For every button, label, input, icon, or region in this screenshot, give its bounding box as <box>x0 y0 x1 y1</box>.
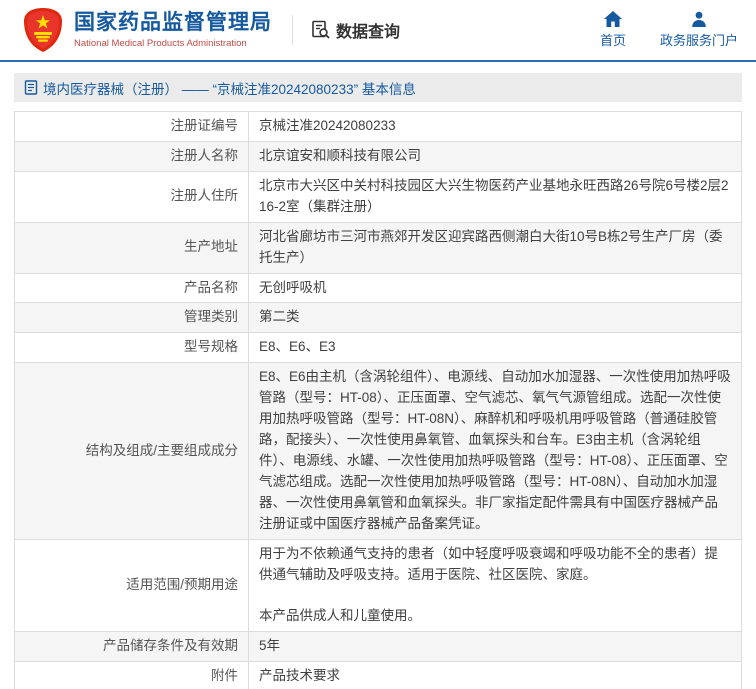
row-value: 产品技术要求 <box>249 662 742 689</box>
table-row: 注册证编号京械注准20242080233 <box>15 112 742 142</box>
nav-gov-portal-label: 政务服务门户 <box>660 30 738 49</box>
data-query-link[interactable]: 数据查询 <box>311 18 400 42</box>
nmpa-logo: 国家药品监督管理局 National Medical Products Admi… <box>22 7 272 53</box>
table-row: 注册人名称北京谊安和顺科技有限公司 <box>15 141 742 171</box>
row-label: 结构及组成/主要组成成分 <box>15 363 249 539</box>
org-name-en: National Medical Products Administration <box>74 38 272 49</box>
nav-home[interactable]: 首页 <box>600 11 626 49</box>
row-value: 第二类 <box>249 303 742 333</box>
national-emblem-icon <box>22 7 64 53</box>
info-table: 注册证编号京械注准20242080233注册人名称北京谊安和顺科技有限公司注册人… <box>14 111 742 689</box>
table-row: 产品名称无创呼吸机 <box>15 273 742 303</box>
breadcrumb-text: 境内医疗器械（注册） —— “京械注准20242080233” 基本信息 <box>43 78 416 98</box>
table-row: 产品储存条件及有效期5年 <box>15 632 742 662</box>
row-label: 产品名称 <box>15 273 249 303</box>
table-row: 适用范围/预期用途用于为不依赖通气支持的患者（如中轻度呼吸衰竭和呼吸功能不全的患… <box>15 539 742 632</box>
row-label: 注册证编号 <box>15 112 249 142</box>
org-name-cn: 国家药品监督管理局 <box>74 11 272 35</box>
table-row: 管理类别第二类 <box>15 303 742 333</box>
info-table-body: 注册证编号京械注准20242080233注册人名称北京谊安和顺科技有限公司注册人… <box>15 112 742 689</box>
header-divider <box>292 15 293 45</box>
row-value: 无创呼吸机 <box>249 273 742 303</box>
table-row: 注册人住所北京市大兴区中关村科技园区大兴生物医药产业基地永旺西路26号院6号楼2… <box>15 171 742 222</box>
header-nav: 首页 政务服务门户 <box>600 11 738 49</box>
row-label: 附件 <box>15 662 249 689</box>
user-icon <box>691 11 707 27</box>
data-query-label: 数据查询 <box>336 18 400 42</box>
row-label: 适用范围/预期用途 <box>15 539 249 632</box>
row-value: 北京谊安和顺科技有限公司 <box>249 141 742 171</box>
row-value: 河北省廊坊市三河市燕郊开发区迎宾路西侧潮白大街10号B栋2号生产厂房（委托生产） <box>249 222 742 273</box>
row-label: 注册人名称 <box>15 141 249 171</box>
row-value: E8、E6由主机（含涡轮组件）、电源线、自动加水加湿器、一次性使用加热呼吸管路（… <box>249 363 742 539</box>
table-row: 附件产品技术要求 <box>15 662 742 689</box>
home-icon <box>604 11 622 27</box>
main-content: 境内医疗器械（注册） —— “京械注准20242080233” 基本信息 注册证… <box>0 62 756 689</box>
row-label: 型号规格 <box>15 333 249 363</box>
table-row: 型号规格E8、E6、E3 <box>15 333 742 363</box>
row-value: E8、E6、E3 <box>249 333 742 363</box>
document-icon <box>24 80 38 95</box>
row-value: 京械注准20242080233 <box>249 112 742 142</box>
row-value: 5年 <box>249 632 742 662</box>
row-value: 用于为不依赖通气支持的患者（如中轻度呼吸衰竭和呼吸功能不全的患者）提供通气辅助及… <box>249 539 742 632</box>
row-label: 生产地址 <box>15 222 249 273</box>
document-search-icon <box>311 20 331 40</box>
row-label: 管理类别 <box>15 303 249 333</box>
table-row: 生产地址河北省廊坊市三河市燕郊开发区迎宾路西侧潮白大街10号B栋2号生产厂房（委… <box>15 222 742 273</box>
nav-gov-portal[interactable]: 政务服务门户 <box>660 11 738 49</box>
org-titles: 国家药品监督管理局 National Medical Products Admi… <box>74 11 272 48</box>
row-label: 产品储存条件及有效期 <box>15 632 249 662</box>
breadcrumb: 境内医疗器械（注册） —— “京械注准20242080233” 基本信息 <box>14 73 742 102</box>
row-value: 北京市大兴区中关村科技园区大兴生物医药产业基地永旺西路26号院6号楼2层216-… <box>249 171 742 222</box>
site-header: 国家药品监督管理局 National Medical Products Admi… <box>0 0 756 62</box>
row-label: 注册人住所 <box>15 171 249 222</box>
table-row: 结构及组成/主要组成成分E8、E6由主机（含涡轮组件）、电源线、自动加水加湿器、… <box>15 363 742 539</box>
nav-home-label: 首页 <box>600 30 626 49</box>
